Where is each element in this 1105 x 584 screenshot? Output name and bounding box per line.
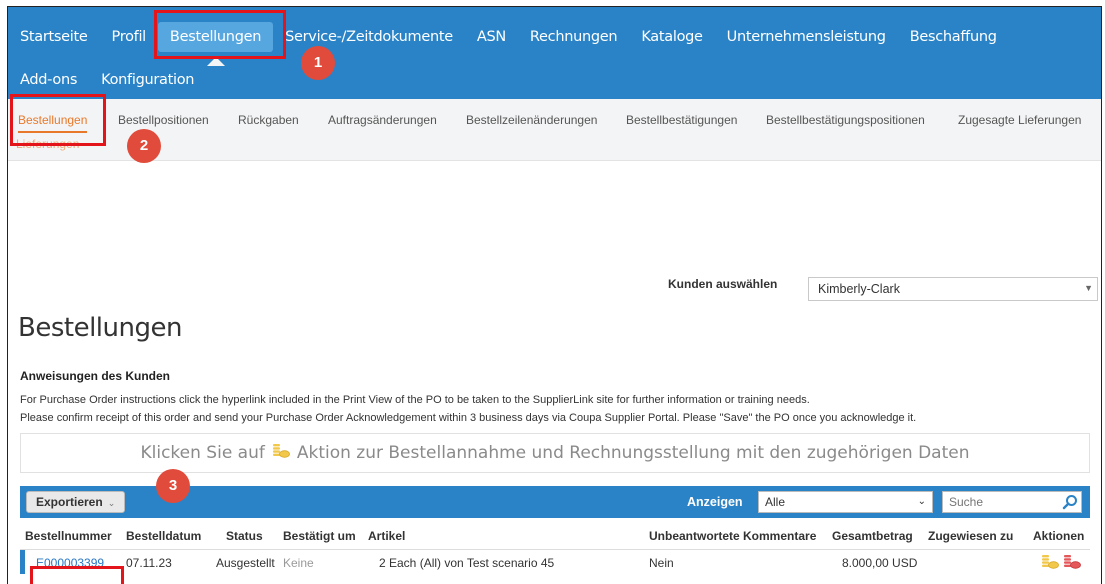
unanswered-comments: Nein [649,556,674,570]
column-header-status[interactable]: Status [226,529,263,543]
order-status: Ausgestellt [216,556,275,570]
subnav-item-bestellbestaetigungen[interactable]: Bestellbestätigungen [626,113,737,127]
show-filter-value: Alle [765,495,786,509]
subnav-item-bestellbestaetigungspositionen[interactable]: Bestellbestätigungspositionen [766,113,925,127]
export-button[interactable]: Exportieren ⌄ [26,491,126,513]
table-header: Bestellnummer Bestelldatum Status Bestät… [20,525,1090,547]
row-indicator [20,550,25,574]
nav-item-beschaffung[interactable]: Beschaffung [898,22,1009,52]
page-title: Bestellungen [18,313,182,343]
nav-item-asn[interactable]: ASN [465,22,518,52]
step-badge-2: 2 [127,129,161,163]
highlight-box-nav-bestellungen [154,10,286,59]
show-filter-label: Anzeigen [687,495,743,509]
order-total: 8.000,00 USD [842,556,918,570]
subnav-item-auftragsaenderungen[interactable]: Auftragsänderungen [328,113,437,127]
instructions-line-1: For Purchase Order instructions click th… [20,394,810,406]
caret-down-icon: ▼ [1084,283,1093,293]
instructions-heading: Anweisungen des Kunden [20,369,171,383]
step-badge-1: 1 [301,46,335,80]
sub-navigation: Bestellungen Bestellpositionen Rückgaben… [8,99,1101,161]
chevron-down-icon: ⌄ [107,498,116,508]
nav-row-2: Add-ons Konfiguration [8,65,206,95]
order-date: 07.11.23 [126,556,172,570]
subnav-item-rueckgaben[interactable]: Rückgaben [238,113,299,127]
banner-text-after: Aktion zur Bestellannahme und Rechnungss… [296,443,970,463]
invoice-coins-icon[interactable] [1041,553,1059,571]
order-item: 2 Each (All) von Test scenario 45 [379,556,555,570]
customer-select[interactable]: Kimberly-Clark ▼ [808,277,1098,301]
highlight-box-subnav-bestellungen [10,94,106,146]
nav-item-startseite[interactable]: Startseite [8,22,100,52]
nav-item-unternehmensleistung[interactable]: Unternehmensleistung [715,22,898,52]
column-header-gesamtbetrag[interactable]: Gesamtbetrag [832,529,913,543]
show-filter-select[interactable]: Alle ⌄ [758,491,933,513]
nav-item-konfiguration[interactable]: Konfiguration [89,65,206,95]
instructions-line-2: Please confirm receipt of this order and… [20,412,917,424]
nav-item-service-zeitdokumente[interactable]: Service-/Zeitdokumente [273,22,465,52]
nav-item-profil[interactable]: Profil [100,22,158,52]
column-header-artikel[interactable]: Artikel [368,529,405,543]
search-input[interactable] [942,491,1082,513]
nav-item-kataloge[interactable]: Kataloge [629,22,714,52]
confirmed-at: Keine [283,556,314,570]
nav-item-add-ons[interactable]: Add-ons [8,65,89,95]
step-badge-3: 3 [156,469,190,503]
banner-text-before: Klicken Sie auf [140,443,265,463]
coins-icon [272,443,290,464]
flip-coins-icon[interactable] [1063,553,1081,571]
table-row: E000003399 07.11.23 Ausgestellt Keine 2 … [20,549,1090,574]
column-header-unbeantwortete-kommentare[interactable]: Unbeantwortete Kommentare [649,529,816,543]
export-button-label: Exportieren [36,495,103,509]
column-header-aktionen: Aktionen [1033,529,1085,543]
highlight-box-po-number [30,566,124,584]
chevron-down-icon: ⌄ [917,496,926,507]
subnav-item-bestellzeilenaenderungen[interactable]: Bestellzeilenänderungen [466,113,597,127]
nav-item-rechnungen[interactable]: Rechnungen [518,22,629,52]
subnav-item-bestellpositionen[interactable]: Bestellpositionen [118,113,209,127]
search-icon[interactable] [1062,494,1078,510]
column-header-bestellnummer[interactable]: Bestellnummer [25,529,112,543]
info-banner: Klicken Sie auf Aktion zur Bestellannahm… [20,433,1090,473]
column-header-bestelldatum[interactable]: Bestelldatum [126,529,201,543]
customer-select-value: Kimberly-Clark [818,282,900,296]
column-header-bestaetigt-um[interactable]: Bestätigt um [283,529,356,543]
customer-select-label: Kunden auswählen [668,277,778,291]
subnav-item-zugesagte-lieferungen[interactable]: Zugesagte Lieferungen [958,113,1081,127]
row-actions [1041,553,1081,571]
column-header-zugewiesen-zu[interactable]: Zugewiesen zu [928,529,1013,543]
